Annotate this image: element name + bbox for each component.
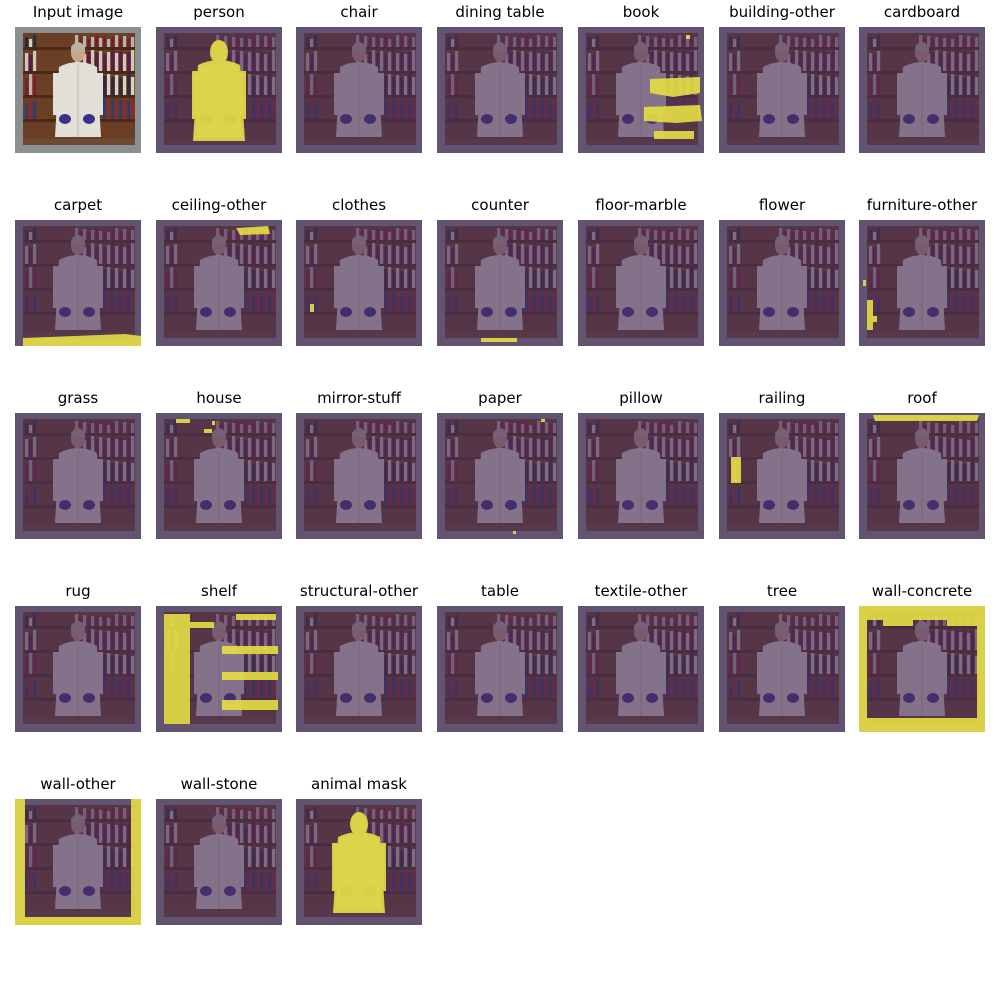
panel-dining-table: dining table (437, 2, 563, 153)
mask-overlay-image (437, 27, 563, 153)
panel-clothes: clothes (296, 195, 422, 346)
panel-pillow: pillow (578, 388, 704, 539)
mask-overlay-image (719, 27, 845, 153)
panel-furniture-other: furniture-other (859, 195, 985, 346)
mask-overlay-image (156, 799, 282, 925)
mask-overlay-image (578, 220, 704, 346)
panel-textile-other: textile-other (578, 581, 704, 732)
mask-overlay-image (437, 606, 563, 732)
panel-flower: flower (719, 195, 845, 346)
mask-overlay-image (859, 220, 985, 346)
mask-overlay-image (578, 413, 704, 539)
mask-overlay-image (156, 27, 282, 153)
mask-overlay-image (859, 413, 985, 539)
mask-overlay-image (578, 606, 704, 732)
mask-overlay-image (156, 220, 282, 346)
mask-overlay-image (15, 220, 141, 346)
panel-building-other: building-other (719, 2, 845, 153)
mask-overlay-image (719, 606, 845, 732)
panel-wall-concrete: wall-concrete (859, 581, 985, 732)
mask-overlay-image (437, 220, 563, 346)
panel-person: person (156, 2, 282, 153)
panel-tree: tree (719, 581, 845, 732)
panel-cardboard: cardboard (859, 2, 985, 153)
panel-title: furniture-other (866, 196, 978, 214)
panel-wall-stone: wall-stone (156, 774, 282, 925)
panel-floor-marble: floor-marble (578, 195, 704, 346)
panel-shelf: shelf (156, 581, 282, 732)
mask-overlay-image (859, 27, 985, 153)
panel-grass: grass (15, 388, 141, 539)
panel-table: table (437, 581, 563, 732)
mask-overlay-image (719, 413, 845, 539)
mask-overlay-image (15, 606, 141, 732)
panel-title: wall-concrete (871, 582, 973, 600)
panel-mirror-stuff: mirror-stuff (296, 388, 422, 539)
mask-overlay-image (15, 799, 141, 925)
panel-structural-other: structural-other (296, 581, 422, 732)
mask-overlay-image (296, 606, 422, 732)
panel-railing: railing (719, 388, 845, 539)
mask-overlay-image (296, 799, 422, 925)
panel-rug: rug (15, 581, 141, 732)
panel-roof: roof (859, 388, 985, 539)
panel-input-image: Input image (15, 2, 141, 153)
panel-animal-mask: animal mask (296, 774, 422, 925)
panel-house: house (156, 388, 282, 539)
panel-book: book (578, 2, 704, 153)
input-image (15, 27, 141, 153)
panel-carpet: carpet (15, 195, 141, 346)
panel-paper: paper (437, 388, 563, 539)
mask-overlay-image (859, 606, 985, 732)
panel-wall-other: wall-other (15, 774, 141, 925)
panel-title: roof (907, 389, 937, 407)
mask-overlay-image (156, 606, 282, 732)
mask-overlay-image (437, 413, 563, 539)
panel-chair: chair (296, 2, 422, 153)
panel-ceiling-other: ceiling-other (156, 195, 282, 346)
mask-overlay-image (719, 220, 845, 346)
mask-overlay-image (296, 413, 422, 539)
mask-overlay-image (578, 27, 704, 153)
panel-title: cardboard (883, 3, 961, 21)
mask-overlay-image (15, 413, 141, 539)
mask-overlay-image (156, 413, 282, 539)
panel-title: animal mask (311, 775, 407, 793)
panel-counter: counter (437, 195, 563, 346)
mask-overlay-image (296, 220, 422, 346)
mask-overlay-image (296, 27, 422, 153)
